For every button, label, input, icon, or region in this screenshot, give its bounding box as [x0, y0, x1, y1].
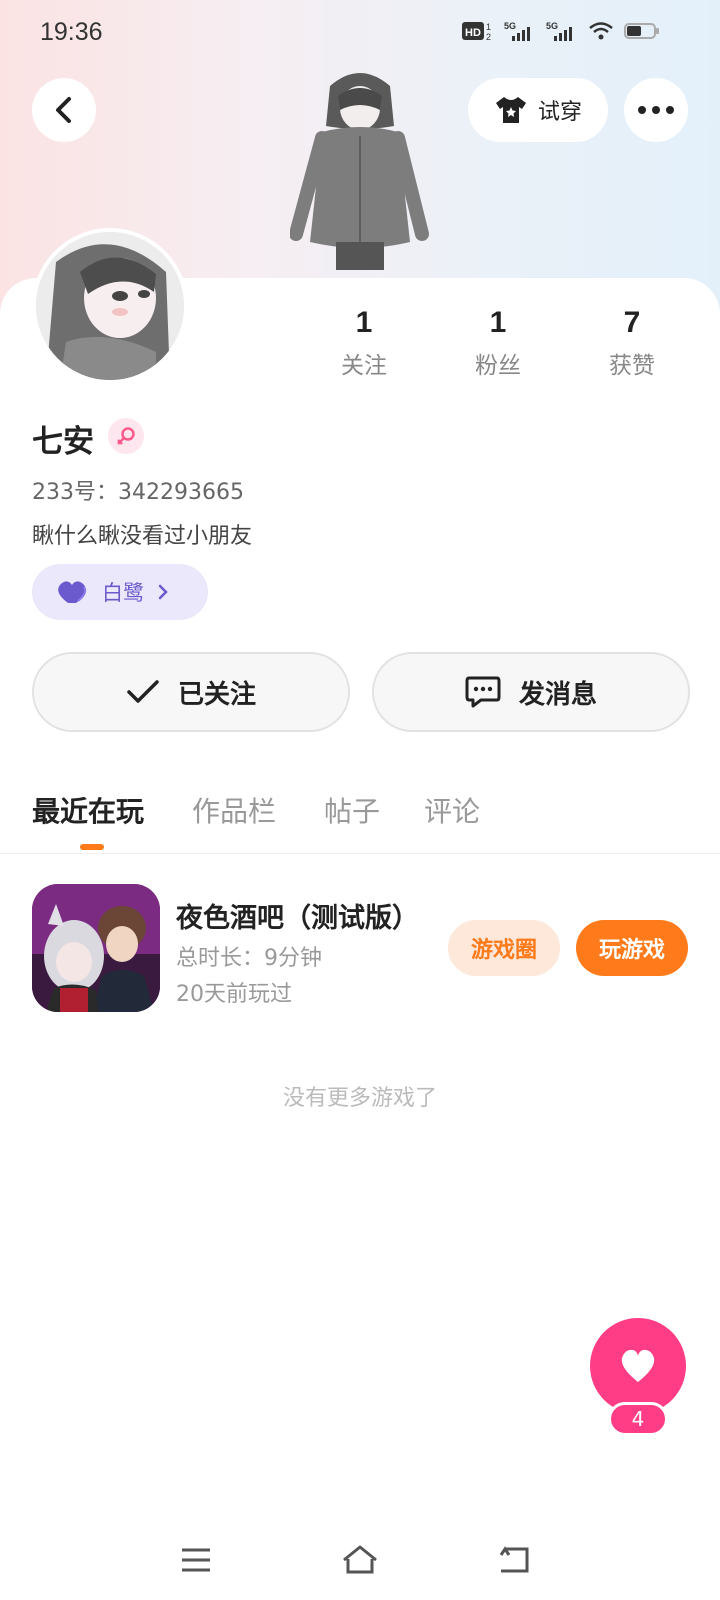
- svg-text:HD: HD: [465, 27, 481, 39]
- tabs-divider: [0, 853, 720, 854]
- heart-icon: [621, 1349, 655, 1382]
- stat-value: 7: [623, 306, 641, 339]
- home-nav-button[interactable]: [336, 1536, 384, 1584]
- avatar[interactable]: [32, 228, 188, 384]
- hd-icon: HD 12: [462, 22, 491, 42]
- no-more-games-text: 没有更多游戏了: [282, 1086, 437, 1111]
- signal-5g-icon: 5G: [546, 21, 572, 41]
- followed-button[interactable]: 已关注: [32, 652, 350, 732]
- character-figure: [289, 66, 430, 278]
- stat-value: 1: [355, 306, 373, 339]
- more-dots-icon: [638, 106, 674, 114]
- user-bio: 瞅什么瞅没看过小朋友: [32, 524, 253, 549]
- check-icon: [127, 680, 159, 703]
- stat-label: 关注: [341, 353, 387, 379]
- tab-works[interactable]: 作品栏: [192, 790, 276, 830]
- status-icons: HD 1 2 5G 5G: [462, 20, 660, 42]
- stat-label: 粉丝: [475, 353, 521, 379]
- followed-label: 已关注: [177, 679, 256, 710]
- active-tab-indicator: [80, 844, 104, 850]
- stat-likes[interactable]: 7 获赞: [572, 306, 692, 380]
- game-last-played: 20天前玩过: [176, 982, 292, 1007]
- game-playtime: 总时长：9分钟: [176, 946, 322, 971]
- tab-comments[interactable]: 评论: [424, 790, 480, 830]
- chat-bubble-icon: [465, 676, 501, 708]
- status-time: 19:36: [40, 18, 103, 46]
- shirt-icon: [495, 97, 526, 123]
- try-on-button[interactable]: 试穿: [468, 78, 608, 142]
- system-nav-bar: [0, 1520, 720, 1600]
- game-list-item[interactable]: 夜色酒吧（测试版） 总时长：9分钟 20天前玩过 游戏圈 玩游戏: [0, 884, 720, 1014]
- play-game-button[interactable]: 玩游戏: [576, 920, 688, 976]
- like-button[interactable]: [590, 1318, 686, 1414]
- back-nav-button[interactable]: [490, 1536, 538, 1584]
- stat-following[interactable]: 1 关注: [304, 306, 424, 380]
- heart-icon: [58, 581, 87, 603]
- more-options-button[interactable]: [624, 78, 688, 142]
- try-on-label: 试穿: [537, 100, 582, 125]
- signal-5g-icon: 5G: [504, 21, 530, 41]
- chevron-right-icon: [158, 584, 168, 600]
- stat-value: 1: [489, 306, 507, 339]
- guild-tag-label: 白鹭: [102, 581, 144, 605]
- status-bar: 19:36 HD 1 2 5G 5G: [0, 0, 720, 68]
- svg-text:5G: 5G: [504, 21, 516, 31]
- menu-nav-button[interactable]: [172, 1536, 220, 1584]
- username: 七安: [32, 424, 94, 460]
- svg-text:5G: 5G: [546, 21, 558, 31]
- guild-tag[interactable]: 白鹭: [32, 564, 208, 620]
- profile-tabs: 最近在玩 作品栏 帖子 评论: [0, 790, 720, 852]
- back-arrow-icon: [499, 1546, 529, 1573]
- game-title: 夜色酒吧（测试版）: [176, 903, 419, 934]
- user-id: 233号：342293665: [32, 480, 244, 505]
- female-gender-icon: [108, 418, 144, 454]
- battery-icon: [624, 23, 659, 39]
- stat-followers[interactable]: 1 粉丝: [438, 306, 558, 380]
- game-icon[interactable]: [32, 884, 160, 1012]
- game-circle-button[interactable]: 游戏圈: [448, 920, 560, 976]
- svg-text:1: 1: [486, 22, 491, 32]
- tab-posts[interactable]: 帖子: [324, 790, 380, 830]
- tab-recently-played[interactable]: 最近在玩: [32, 790, 144, 830]
- back-button[interactable]: [32, 78, 96, 142]
- send-message-label: 发消息: [518, 679, 597, 710]
- chevron-left-icon: [56, 97, 71, 123]
- stats-row: 1 关注 1 粉丝 7 获赞: [304, 306, 712, 386]
- stat-label: 获赞: [609, 353, 655, 379]
- svg-text:2: 2: [486, 32, 491, 42]
- menu-icon: [182, 1548, 210, 1572]
- send-message-button[interactable]: 发消息: [372, 652, 690, 732]
- like-count-badge: 4: [608, 1402, 668, 1436]
- home-icon: [343, 1545, 377, 1574]
- wifi-icon: [589, 22, 613, 40]
